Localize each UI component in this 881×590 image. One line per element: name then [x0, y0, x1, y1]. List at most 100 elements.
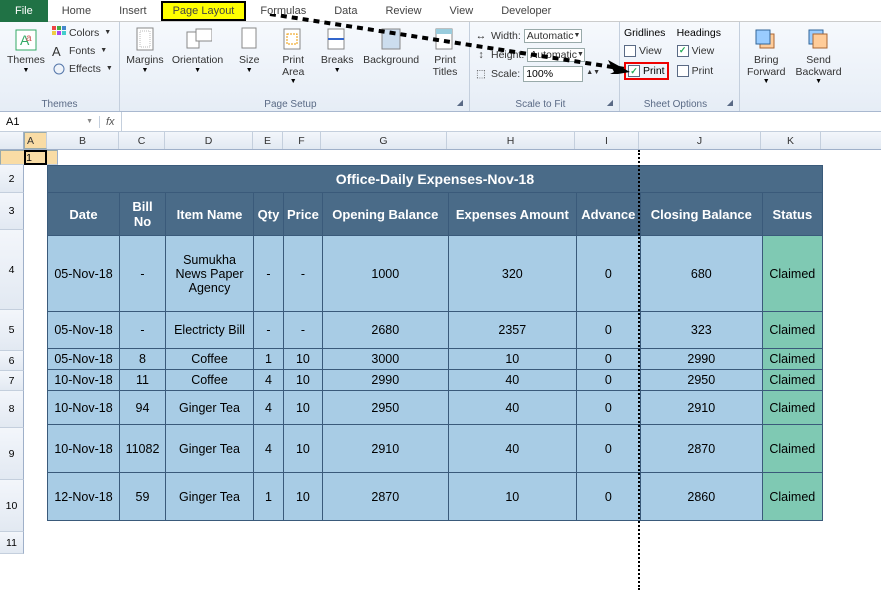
gridlines-print-check[interactable] — [628, 65, 640, 77]
row-header[interactable]: 10 — [0, 480, 24, 532]
table-cell[interactable]: 10 — [284, 425, 323, 473]
col-header[interactable]: E — [253, 132, 283, 149]
tab-developer[interactable]: Developer — [487, 1, 565, 21]
table-cell[interactable]: 2950 — [322, 391, 448, 425]
table-cell[interactable]: 8 — [120, 349, 166, 370]
table-cell[interactable]: 05-Nov-18 — [48, 236, 120, 312]
table-cell[interactable]: 0 — [576, 349, 640, 370]
table-cell[interactable]: Coffee — [166, 370, 254, 391]
table-cell[interactable]: 320 — [448, 236, 576, 312]
table-cell[interactable]: Claimed — [762, 391, 822, 425]
table-cell[interactable]: 40 — [448, 425, 576, 473]
table-cell[interactable]: 2910 — [640, 391, 762, 425]
table-cell[interactable]: Electricty Bill — [166, 312, 254, 349]
tab-data[interactable]: Data — [320, 1, 371, 21]
table-cell[interactable]: 2910 — [322, 425, 448, 473]
table-cell[interactable]: 05-Nov-18 — [48, 312, 120, 349]
table-cell[interactable]: 2950 — [640, 370, 762, 391]
table-cell[interactable]: 680 — [640, 236, 762, 312]
table-cell[interactable]: Claimed — [762, 425, 822, 473]
scalefit-launcher[interactable]: ◢ — [607, 98, 615, 111]
table-cell[interactable]: - — [254, 236, 284, 312]
table-cell[interactable]: 94 — [120, 391, 166, 425]
tab-view[interactable]: View — [436, 1, 488, 21]
pagesetup-launcher[interactable]: ◢ — [457, 98, 465, 111]
table-cell[interactable]: Claimed — [762, 473, 822, 521]
background-button[interactable]: Background — [361, 24, 421, 69]
tab-formulas[interactable]: Formulas — [246, 1, 320, 21]
row-header[interactable]: 7 — [0, 371, 24, 391]
table-cell[interactable]: 12-Nov-18 — [48, 473, 120, 521]
table-cell[interactable]: 1 — [254, 473, 284, 521]
table-cell[interactable]: 05-Nov-18 — [48, 349, 120, 370]
table-cell[interactable]: 4 — [254, 370, 284, 391]
row-header[interactable]: 8 — [0, 391, 24, 428]
table-cell[interactable]: 2990 — [640, 349, 762, 370]
table-cell[interactable]: Sumukha News Paper Agency — [166, 236, 254, 312]
margins-button[interactable]: Margins▼ — [124, 24, 166, 76]
col-header[interactable]: I — [575, 132, 639, 149]
row-header[interactable]: 9 — [0, 428, 24, 480]
fx-icon[interactable]: fx — [100, 116, 121, 128]
gridlines-view-check[interactable]: View — [624, 42, 669, 59]
table-cell[interactable]: 40 — [448, 370, 576, 391]
table-cell[interactable]: 2357 — [448, 312, 576, 349]
row-header[interactable]: 6 — [0, 351, 24, 371]
tab-review[interactable]: Review — [371, 1, 435, 21]
fonts-button[interactable]: AFonts▼ — [52, 42, 113, 59]
size-button[interactable]: Size▼ — [229, 24, 269, 76]
tab-insert[interactable]: Insert — [105, 1, 161, 21]
table-cell[interactable]: Claimed — [762, 236, 822, 312]
row-header[interactable]: 5 — [0, 310, 24, 351]
table-cell[interactable]: 0 — [576, 370, 640, 391]
name-box[interactable]: A1▼ — [0, 116, 100, 128]
table-cell[interactable]: - — [284, 312, 323, 349]
breaks-button[interactable]: Breaks▼ — [317, 24, 357, 76]
sendbackward-button[interactable]: Send Backward▼ — [793, 24, 845, 87]
table-cell[interactable]: 0 — [576, 473, 640, 521]
table-cell[interactable]: 4 — [254, 391, 284, 425]
data-table[interactable]: Office-Daily Expenses-Nov-18DateBill NoI… — [47, 165, 823, 521]
table-cell[interactable]: 2860 — [640, 473, 762, 521]
row-header[interactable]: 2 — [0, 165, 24, 193]
width-select[interactable]: Automatic▼ — [524, 29, 582, 43]
table-cell[interactable]: 11082 — [120, 425, 166, 473]
table-cell[interactable]: Claimed — [762, 370, 822, 391]
table-cell[interactable]: 0 — [576, 391, 640, 425]
table-cell[interactable]: 2680 — [322, 312, 448, 349]
formula-input[interactable] — [121, 112, 881, 131]
themes-button[interactable]: Aa Themes ▼ — [4, 24, 48, 76]
col-header[interactable]: F — [283, 132, 321, 149]
table-cell[interactable]: - — [120, 312, 166, 349]
col-header[interactable]: B — [47, 132, 119, 149]
col-header[interactable]: G — [321, 132, 447, 149]
table-cell[interactable]: 3000 — [322, 349, 448, 370]
table-cell[interactable]: 10 — [448, 349, 576, 370]
table-cell[interactable]: 0 — [576, 236, 640, 312]
tab-page-layout[interactable]: Page Layout — [161, 1, 247, 21]
table-cell[interactable]: 1000 — [322, 236, 448, 312]
col-header[interactable]: D — [165, 132, 253, 149]
table-cell[interactable]: 11 — [120, 370, 166, 391]
tab-home[interactable]: Home — [48, 1, 105, 21]
table-cell[interactable]: 10 — [284, 349, 323, 370]
select-all-corner[interactable] — [0, 132, 24, 149]
table-cell[interactable]: 2870 — [640, 425, 762, 473]
table-cell[interactable]: Ginger Tea — [166, 425, 254, 473]
table-cell[interactable]: 0 — [576, 425, 640, 473]
table-cell[interactable]: Coffee — [166, 349, 254, 370]
table-cell[interactable]: Ginger Tea — [166, 473, 254, 521]
table-cell[interactable]: 4 — [254, 425, 284, 473]
file-tab[interactable]: File — [0, 0, 48, 22]
table-cell[interactable]: Claimed — [762, 349, 822, 370]
table-cell[interactable]: - — [284, 236, 323, 312]
table-cell[interactable]: 0 — [576, 312, 640, 349]
col-header[interactable]: J — [639, 132, 761, 149]
headings-view-check[interactable]: View — [677, 42, 721, 59]
table-cell[interactable]: 10 — [284, 473, 323, 521]
table-cell[interactable]: 10 — [284, 370, 323, 391]
col-header[interactable]: C — [119, 132, 165, 149]
table-cell[interactable]: 10 — [284, 391, 323, 425]
table-cell[interactable]: Ginger Tea — [166, 391, 254, 425]
table-cell[interactable]: 2990 — [322, 370, 448, 391]
